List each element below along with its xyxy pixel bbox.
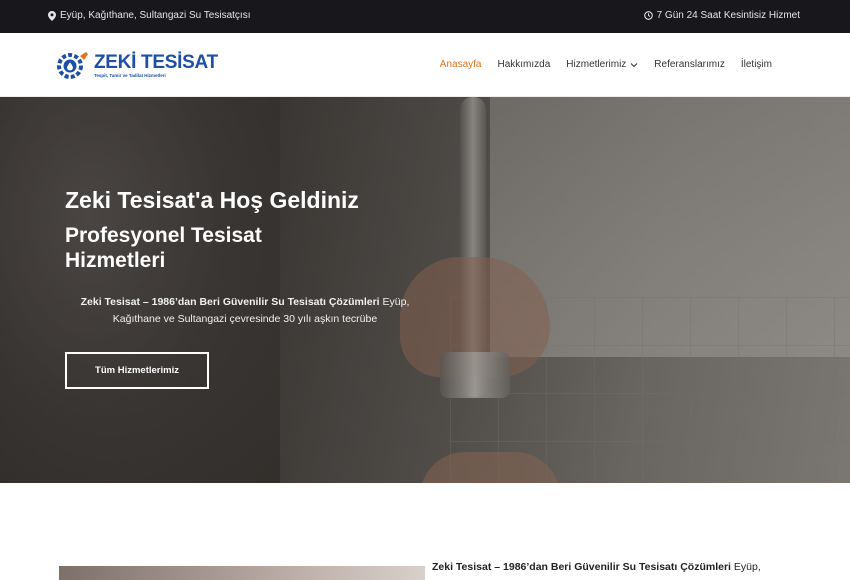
hero-title: Zeki Tesisat'a Hoş Geldiniz xyxy=(65,187,359,213)
about-image xyxy=(59,566,425,580)
site-logo[interactable]: ZEKİ TESİSAT Tespit, Tamir ve Tadilat Hi… xyxy=(54,50,218,82)
map-pin-icon xyxy=(48,10,56,21)
main-nav: Anasayfa Hakkımızda Hizmetlerimiz Refera… xyxy=(440,59,772,70)
nav-item-referanslarimiz[interactable]: Referanslarımız xyxy=(654,59,725,70)
logo-subtitle: Tespit, Tamir ve Tadilat Hizmetleri xyxy=(94,73,166,79)
about-text-rest: Eyüp, xyxy=(730,561,761,573)
hero-subtitle: Profesyonel Tesisat Hizmetleri xyxy=(65,224,262,272)
service-text: 7 Gün 24 Saat Kesintisiz Hizmet xyxy=(656,10,800,21)
gear-wrench-logo-icon xyxy=(57,52,88,79)
about-text-bold: Zeki Tesisat – 1986’dan Beri Güvenilir S… xyxy=(432,561,731,573)
chevron-down-icon xyxy=(630,62,638,67)
hero-description-bold: Zeki Tesisat – 1986’dan Beri Güvenilir S… xyxy=(80,296,380,308)
service-info: 7 Gün 24 Saat Kesintisiz Hizmet xyxy=(643,10,800,21)
nav-item-anasayfa[interactable]: Anasayfa xyxy=(440,59,482,70)
site-header: ZEKİ TESİSAT Tespit, Tamir ve Tadilat Hi… xyxy=(0,33,850,97)
about-text: Zeki Tesisat – 1986’dan Beri Güvenilir S… xyxy=(432,561,792,573)
logo-title: ZEKİ TESİSAT xyxy=(94,52,218,74)
top-info-bar: Eyüp, Kağıthane, Sultangazi Su Tesisatçı… xyxy=(0,0,850,33)
clock-icon xyxy=(643,11,653,20)
hero-description: Zeki Tesisat – 1986’dan Beri Güvenilir S… xyxy=(65,294,425,329)
nav-item-hizmetlerimiz[interactable]: Hizmetlerimiz xyxy=(566,59,638,70)
all-services-button[interactable]: Tüm Hizmetlerimiz xyxy=(65,352,209,389)
nav-item-hakkimizda[interactable]: Hakkımızda xyxy=(498,59,551,70)
nav-item-iletisim[interactable]: İletişim xyxy=(741,59,772,70)
nav-item-hizmetlerimiz-label: Hizmetlerimiz xyxy=(566,59,627,70)
hero-banner: Zeki Tesisat'a Hoş Geldiniz Profesyonel … xyxy=(0,97,850,483)
location-text: Eyüp, Kağıthane, Sultangazi Su Tesisatçı… xyxy=(60,10,251,21)
location-info: Eyüp, Kağıthane, Sultangazi Su Tesisatçı… xyxy=(48,10,251,21)
